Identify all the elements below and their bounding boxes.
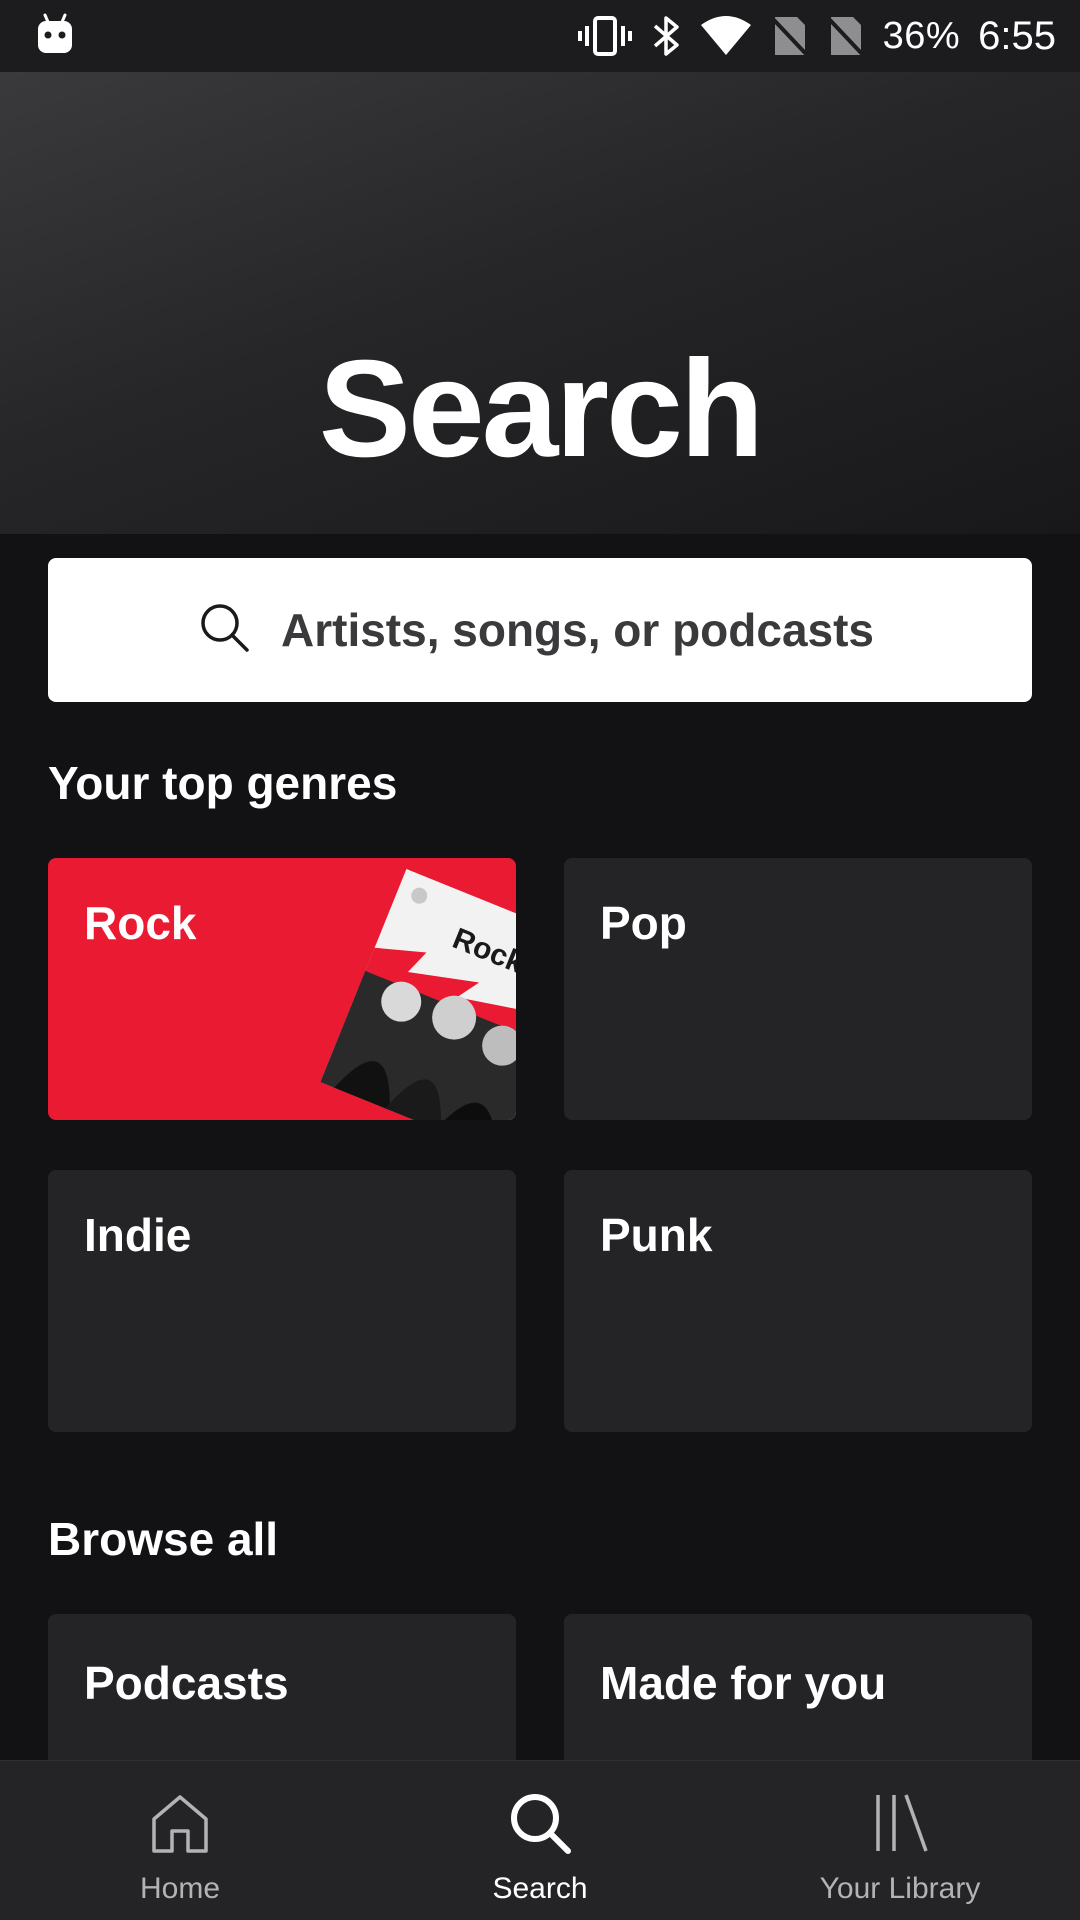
nav-label: Your Library bbox=[819, 1872, 981, 1905]
wifi-icon bbox=[699, 15, 753, 57]
bluetooth-icon bbox=[651, 15, 681, 57]
genre-label: Punk bbox=[600, 1209, 713, 1261]
bottom-navigation: Home Search Your Library bbox=[0, 1760, 1080, 1920]
search-icon bbox=[199, 602, 251, 659]
search-icon bbox=[508, 1791, 572, 1860]
genre-tile-punk[interactable]: Punk bbox=[564, 1170, 1032, 1432]
search-input[interactable] bbox=[281, 603, 881, 657]
genre-label: Indie bbox=[84, 1209, 192, 1261]
rock-playlist-artwork: Rock bbox=[320, 868, 516, 1120]
genre-tile-pop[interactable]: Pop bbox=[564, 858, 1032, 1120]
battery-percentage: 36% bbox=[882, 14, 961, 57]
library-icon bbox=[868, 1791, 932, 1860]
status-bar: 36% 6:55 bbox=[0, 0, 1080, 72]
top-genres-title: Your top genres bbox=[48, 757, 398, 809]
browse-all-title: Browse all bbox=[48, 1513, 279, 1565]
no-sim-icon bbox=[827, 15, 865, 57]
genre-tile-indie[interactable]: Indie bbox=[48, 1170, 516, 1432]
no-sim-icon bbox=[771, 15, 809, 57]
nav-label: Home bbox=[139, 1872, 221, 1905]
home-icon bbox=[148, 1791, 212, 1860]
nav-label: Search bbox=[492, 1872, 588, 1905]
search-bar[interactable] bbox=[48, 558, 1032, 702]
nav-home[interactable]: Home bbox=[30, 1791, 330, 1906]
clock: 6:55 bbox=[978, 13, 1056, 58]
page-title: Search bbox=[318, 332, 764, 486]
nav-your-library[interactable]: Your Library bbox=[750, 1791, 1050, 1906]
android-robot-icon bbox=[36, 13, 74, 60]
genre-label: Pop bbox=[600, 897, 687, 949]
genre-tile-rock[interactable]: Rock Rock bbox=[48, 858, 516, 1120]
nav-search[interactable]: Search bbox=[390, 1791, 690, 1906]
browse-label: Made for you bbox=[600, 1657, 887, 1709]
browse-label: Podcasts bbox=[84, 1657, 289, 1709]
vibrate-icon bbox=[577, 16, 633, 56]
genre-label: Rock bbox=[84, 897, 197, 949]
